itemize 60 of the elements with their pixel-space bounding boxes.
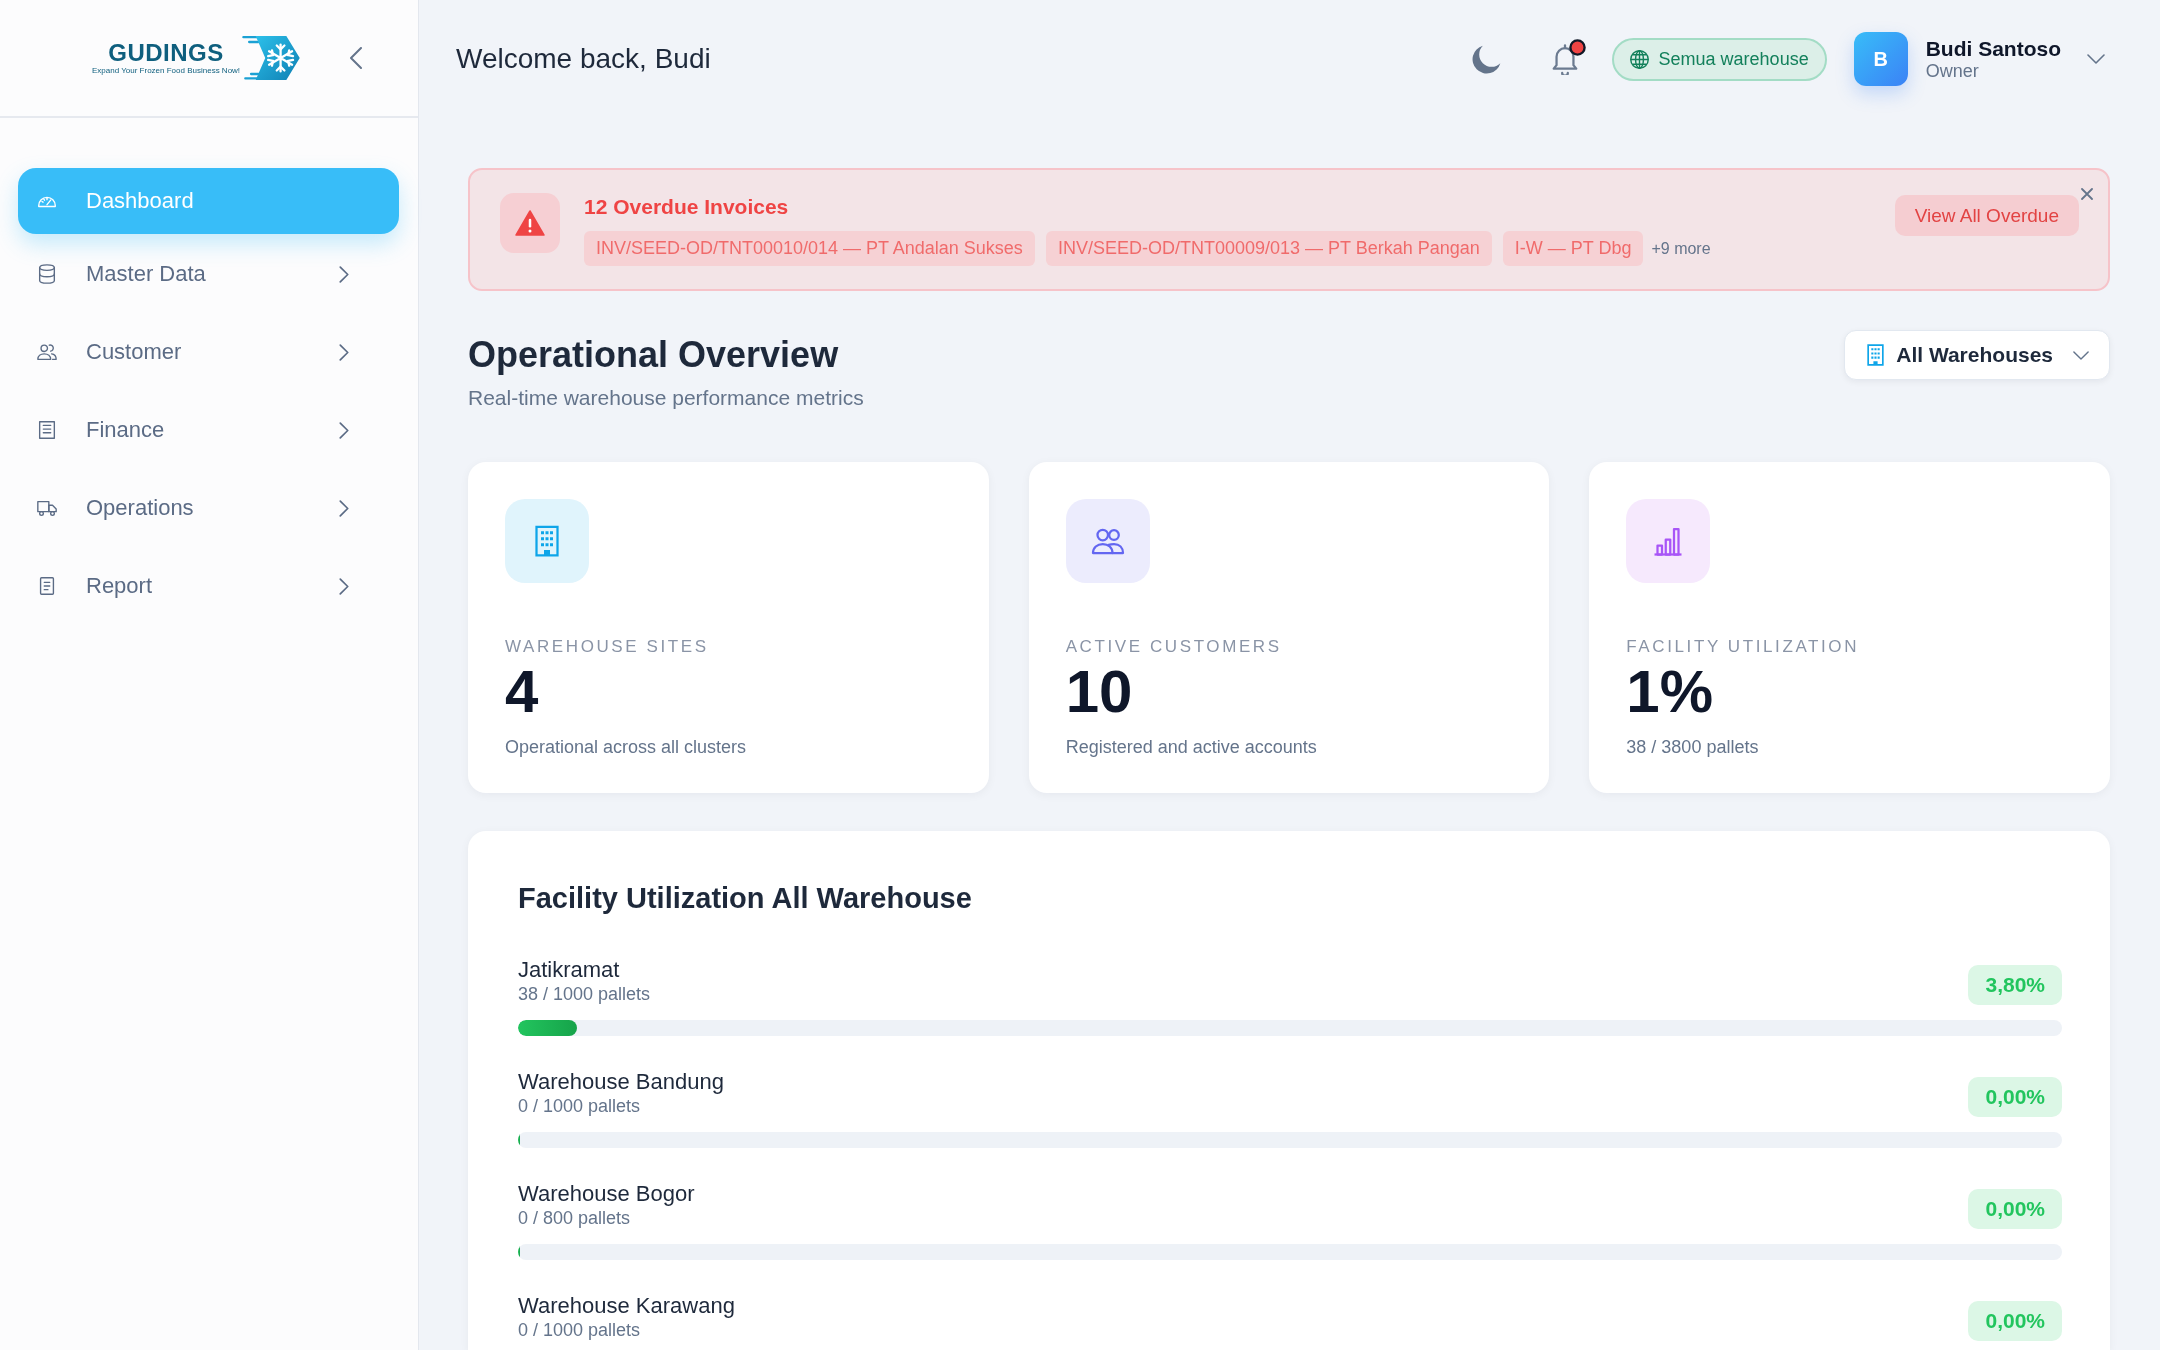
stat-label: WAREHOUSE SITES — [505, 637, 709, 658]
nav-item[interactable]: Operations — [18, 475, 399, 541]
invoice-tag[interactable]: I-W — PT Dbg — [1502, 231, 1644, 266]
warehouse-name: Warehouse Karawang — [518, 1292, 735, 1320]
logo-text: GUDINGS — [108, 40, 224, 65]
nav-item[interactable]: Customer — [18, 319, 399, 385]
view-overdue-button[interactable]: View All Overdue — [1894, 195, 2079, 236]
warehouse-name: Warehouse Bandung — [518, 1068, 724, 1096]
user-avatar[interactable]: B — [1853, 32, 1908, 86]
nav-item[interactable]: Finance — [18, 397, 399, 463]
stat-description: Operational across all clusters — [505, 737, 747, 759]
users-icon — [1065, 499, 1150, 584]
chart-icon — [1626, 499, 1711, 584]
utilization-percent: 0,00% — [1968, 1301, 2062, 1341]
user-role: Owner — [1925, 60, 1980, 82]
invoice-tag[interactable]: INV/SEED-OD/TNT00010/014 — PT Andalan Sukses — [584, 231, 1035, 266]
warehouse-scope-button[interactable]: Semua warehouse — [1611, 37, 1827, 81]
snowflake-logo-icon — [242, 35, 301, 81]
warning-icon — [500, 193, 560, 253]
building-icon — [1867, 344, 1885, 366]
card-title: Facility Utilization All Warehouse — [518, 881, 973, 916]
users-icon — [36, 341, 58, 363]
receipt-icon — [36, 419, 58, 441]
chevron-left-icon[interactable] — [350, 47, 362, 69]
warehouse-filter[interactable]: All Warehouses — [1844, 330, 2110, 380]
building-icon — [505, 499, 589, 584]
pallet-count: 0 / 1000 pallets — [518, 1319, 641, 1342]
section-subtitle: Real-time warehouse performance metrics — [468, 386, 864, 411]
chevron-down-icon — [2073, 350, 2089, 360]
stat-value: 1% — [1626, 659, 1714, 726]
warehouse-name: Warehouse Bogor — [518, 1180, 695, 1208]
more-count: +9 more — [1651, 239, 1711, 258]
moon-icon[interactable] — [1471, 44, 1502, 74]
nav-item[interactable]: Report — [18, 553, 399, 619]
stat-label: ACTIVE CUSTOMERS — [1065, 637, 1282, 658]
nav-item[interactable]: Master Data — [18, 241, 399, 307]
stat-label: FACILITY UTILIZATION — [1626, 637, 1860, 658]
utilization-percent: 0,00% — [1968, 1189, 2062, 1229]
chevron-down-icon[interactable] — [2087, 54, 2105, 64]
warehouse-name: Jatikramat — [518, 956, 620, 984]
pallet-count: 0 / 1000 pallets — [518, 1095, 641, 1118]
database-icon — [36, 263, 58, 285]
stat-value: 4 — [505, 659, 539, 726]
nav-item[interactable]: Dashboard — [18, 168, 399, 234]
globe-icon — [1628, 48, 1650, 70]
stat-description: Registered and active accounts — [1065, 737, 1317, 759]
pallet-count: 38 / 1000 pallets — [518, 983, 651, 1006]
pallet-count: 0 / 800 pallets — [518, 1207, 631, 1230]
stat-description: 38 / 3800 pallets — [1626, 737, 1759, 759]
welcome-text: Welcome back, Budi — [456, 43, 711, 75]
close-icon[interactable] — [2081, 188, 2093, 200]
bell-icon[interactable] — [1551, 43, 1578, 75]
utilization-percent: 3,80% — [1968, 965, 2062, 1005]
logo-tagline: Expand Your Frozen Food Business Now! — [92, 66, 241, 76]
utilization-percent: 0,00% — [1968, 1077, 2062, 1117]
user-name: Budi Santoso — [1925, 36, 2061, 61]
invoice-tag[interactable]: INV/SEED-OD/TNT00009/013 — PT Berkah Pangan — [1045, 231, 1492, 266]
section-title: Operational Overview — [468, 333, 839, 377]
stat-value: 10 — [1065, 659, 1133, 726]
alert-title: 12 Overdue Invoices — [584, 195, 789, 219]
